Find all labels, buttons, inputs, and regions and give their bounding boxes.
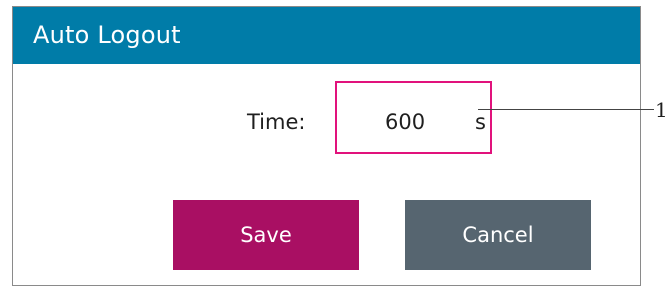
auto-logout-dialog: Auto Logout Time: 600 s Save Cancel <box>12 6 641 286</box>
screenshot-canvas: Auto Logout Time: 600 s Save Cancel 1 <box>0 0 666 296</box>
callout-number: 1 <box>655 98 666 122</box>
callout-line <box>478 109 654 110</box>
time-input[interactable]: 600 s <box>335 81 492 154</box>
time-unit: s <box>475 110 486 134</box>
cancel-button[interactable]: Cancel <box>405 200 591 270</box>
dialog-title-bar: Auto Logout <box>13 7 640 64</box>
save-button[interactable]: Save <box>173 200 359 270</box>
time-label: Time: <box>247 110 306 134</box>
time-value: 600 <box>385 110 426 134</box>
dialog-title: Auto Logout <box>33 21 181 49</box>
